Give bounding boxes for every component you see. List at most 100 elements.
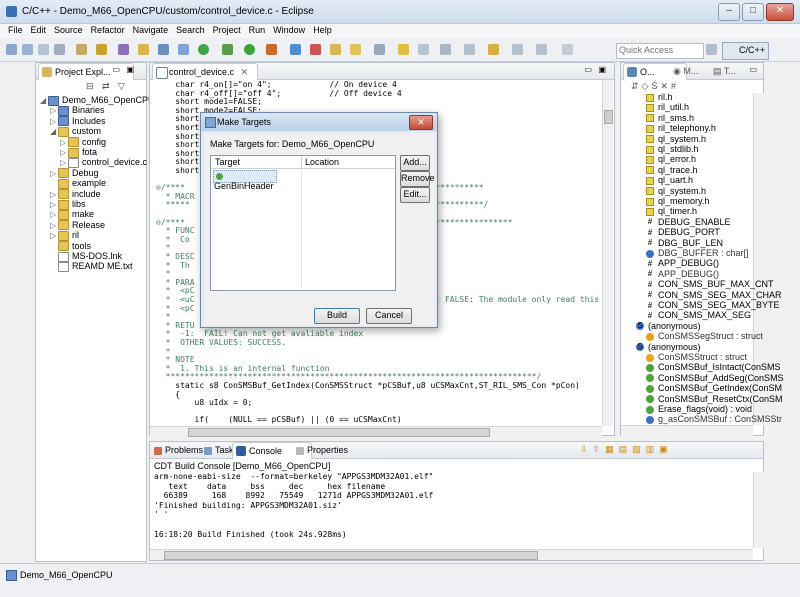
- print-icon[interactable]: [54, 44, 65, 55]
- dialog-close-button[interactable]: ✕: [409, 115, 433, 130]
- expand-arrow-icon[interactable]: ◢: [40, 95, 48, 106]
- outline-item[interactable]: ql_stdlib.h: [646, 144, 699, 154]
- tree-item[interactable]: ▷ Debug: [50, 168, 99, 179]
- expand-arrow-icon[interactable]: ▷: [50, 220, 58, 231]
- expand-arrow-icon[interactable]: ▷: [50, 230, 58, 241]
- save-all-icon[interactable]: [38, 44, 49, 55]
- expand-arrow-icon[interactable]: ▷: [50, 189, 58, 200]
- clear-console-icon[interactable]: ▨: [632, 444, 646, 454]
- new-icon[interactable]: [6, 44, 17, 55]
- outline-item[interactable]: ql_system.h: [646, 186, 706, 196]
- tree-item[interactable]: ▷ ril: [50, 230, 79, 241]
- tree-item[interactable]: ▷ Release: [50, 220, 105, 231]
- expand-arrow-icon[interactable]: ▷: [50, 116, 58, 127]
- console-vertical-scrollbar[interactable]: [753, 472, 764, 548]
- tree-item[interactable]: ▷ control_device.c: [60, 157, 147, 169]
- open-type-icon[interactable]: [330, 44, 341, 55]
- outline-item[interactable]: # CON_SMS_SEG_MAX_BYTE: [646, 300, 780, 310]
- editor-horizontal-scrollbar[interactable]: [150, 426, 602, 437]
- outline-item[interactable]: S (anonymous): [636, 342, 701, 352]
- outline-item[interactable]: ql_timer.h: [646, 206, 697, 216]
- outline-item[interactable]: # DEBUG_PORT: [646, 227, 720, 237]
- outline-item[interactable]: ril.h: [646, 92, 673, 102]
- remove-target-button[interactable]: Remove: [400, 171, 435, 187]
- tree-item[interactable]: ▷ libs: [50, 199, 86, 210]
- prev-annotation-icon[interactable]: [464, 44, 475, 55]
- open-perspective-icon[interactable]: [706, 44, 717, 55]
- add-target-button[interactable]: Add...: [400, 155, 430, 171]
- perspective-cpp-button[interactable]: C/C++: [722, 42, 769, 60]
- edit-icon[interactable]: [374, 44, 385, 55]
- maximize-view-icon[interactable]: ▣: [126, 65, 134, 74]
- annotation-icon[interactable]: [398, 44, 409, 55]
- menu-help[interactable]: Help: [309, 24, 336, 38]
- display-console-icon[interactable]: ▣: [659, 444, 673, 454]
- tab-properties[interactable]: Properties: [296, 445, 348, 455]
- edit-target-button[interactable]: Edit...: [400, 187, 430, 203]
- editor-scroll-thumb[interactable]: [604, 110, 613, 124]
- outline-item[interactable]: # CON_SMS_MAX_SEG: [646, 310, 751, 320]
- expand-arrow-icon[interactable]: ▷: [60, 137, 68, 148]
- console-horizontal-scrollbar[interactable]: [150, 549, 753, 560]
- tree-item[interactable]: ◢ Demo_M66_OpenCPU: [40, 95, 155, 106]
- editor-maximize-icon[interactable]: ▣: [598, 65, 606, 74]
- tree-item[interactable]: ▷ config: [60, 137, 106, 148]
- tree-item[interactable]: example: [50, 178, 106, 189]
- minimize-view-icon[interactable]: ▭: [112, 65, 120, 74]
- outline-item[interactable]: DBG_BUFFER : char[]: [646, 248, 749, 258]
- last-edit-icon[interactable]: [488, 44, 499, 55]
- tree-item[interactable]: ▷ include: [50, 189, 101, 200]
- console-output[interactable]: arm-none-eabi-size --format=berkeley "AP…: [154, 472, 748, 548]
- outline-item[interactable]: ql_uart.h: [646, 175, 693, 185]
- editor-minimize-icon[interactable]: ▭: [584, 65, 592, 74]
- expand-arrow-icon[interactable]: ▷: [50, 199, 58, 210]
- menu-source[interactable]: Source: [50, 24, 87, 38]
- menu-navigate[interactable]: Navigate: [129, 24, 173, 38]
- editor-hscroll-thumb[interactable]: [188, 428, 490, 437]
- tab-problems[interactable]: Problems: [154, 445, 203, 455]
- external-tools-icon[interactable]: [266, 44, 277, 55]
- quick-access-input[interactable]: Quick Access: [616, 43, 704, 59]
- link-editor-icon[interactable]: ⇄: [102, 81, 110, 92]
- pin-editor-icon[interactable]: [562, 44, 573, 55]
- menu-edit[interactable]: Edit: [27, 24, 51, 38]
- outline-item[interactable]: g_asConSMSBuf : ConSMSStr: [646, 414, 782, 424]
- tab-control-device[interactable]: control_device.c ✕: [152, 63, 258, 80]
- expand-arrow-icon[interactable]: ▷: [50, 209, 58, 220]
- close-tab-icon[interactable]: ✕: [241, 67, 249, 77]
- close-window-button[interactable]: ✕: [766, 3, 794, 21]
- outline-item[interactable]: # APP_DEBUG(): [646, 269, 719, 279]
- pin-icon[interactable]: [418, 44, 429, 55]
- col-target-header[interactable]: Target: [215, 157, 240, 167]
- outline-item[interactable]: ConSMSBuf_IsIntact(ConSMS: [646, 362, 781, 372]
- tree-item[interactable]: REAMD ME.txt: [50, 261, 133, 273]
- build-button[interactable]: Build: [314, 308, 360, 324]
- cancel-button[interactable]: Cancel: [366, 308, 412, 324]
- outline-item[interactable]: # DEBUG_ENABLE: [646, 217, 731, 227]
- outline-item[interactable]: ConSMSBuf_GetIndex(ConSM: [646, 383, 782, 393]
- tree-item[interactable]: MS-DOS.lnk: [50, 251, 122, 262]
- tree-item[interactable]: ◢ custom: [50, 126, 101, 137]
- next-error-icon[interactable]: ⇩: [580, 444, 593, 454]
- outline-minimize-icon[interactable]: ▭: [749, 65, 757, 74]
- menu-refactor[interactable]: Refactor: [87, 24, 129, 38]
- forward-icon[interactable]: [536, 44, 547, 55]
- outline-item[interactable]: ril_sms.h: [646, 113, 694, 123]
- outline-item[interactable]: ql_memory.h: [646, 196, 709, 206]
- expand-arrow-icon[interactable]: ▷: [50, 105, 58, 116]
- outline-item[interactable]: S (anonymous): [636, 321, 701, 331]
- back-icon[interactable]: [512, 44, 523, 55]
- tree-item[interactable]: ▷ make: [50, 209, 94, 221]
- build-icon[interactable]: [96, 44, 107, 55]
- tree-item[interactable]: ▷ fota: [60, 147, 97, 158]
- tree-item[interactable]: ▷ Includes: [50, 116, 106, 127]
- debug-icon[interactable]: [222, 44, 233, 55]
- collapse-all-icon[interactable]: ⊟: [86, 81, 94, 92]
- pin-console-icon[interactable]: ▥: [646, 444, 660, 454]
- expand-arrow-icon[interactable]: ▷: [60, 157, 68, 168]
- new-file-icon[interactable]: [178, 44, 189, 55]
- outline-item[interactable]: ConSMSSegStruct : struct: [646, 331, 763, 341]
- target-row[interactable]: GenBinHeader: [213, 170, 277, 191]
- save-icon[interactable]: [22, 44, 33, 55]
- col-location-header[interactable]: Location: [305, 157, 339, 167]
